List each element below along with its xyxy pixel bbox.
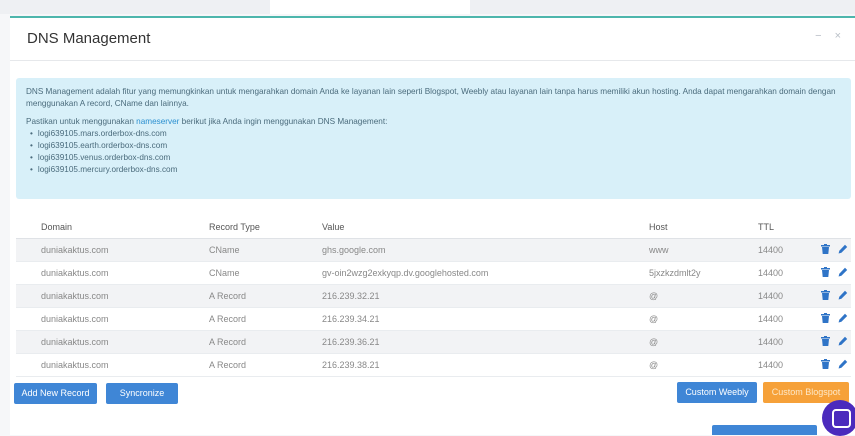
cell-host: @ xyxy=(649,330,758,354)
cell-domain: duniakaktus.com xyxy=(16,284,209,308)
cell-ttl: 14400 xyxy=(758,261,813,285)
nameserver-item: logi639105.venus.orderbox-dns.com xyxy=(26,152,841,164)
instruction-text-end: berikut jika Anda ingin menggunakan DNS … xyxy=(179,117,388,126)
cell-host: @ xyxy=(649,353,758,377)
table-row: duniakaktus.com A Record 216.239.38.21 @… xyxy=(16,353,851,377)
cell-actions xyxy=(813,238,851,262)
pencil-icon[interactable] xyxy=(838,336,848,348)
nameserver-item: logi639105.mars.orderbox-dns.com xyxy=(26,128,841,140)
close-icon[interactable]: × xyxy=(835,30,841,42)
trash-icon[interactable] xyxy=(821,359,830,371)
cell-ttl: 14400 xyxy=(758,353,813,377)
column-header-actions xyxy=(813,216,851,239)
column-header-record-type: Record Type xyxy=(209,216,322,239)
cell-value: 216.239.36.21 xyxy=(322,330,649,354)
cell-ttl: 14400 xyxy=(758,330,813,354)
pencil-icon[interactable] xyxy=(838,359,848,371)
cell-actions xyxy=(813,353,851,377)
syncronize-button[interactable]: Syncronize xyxy=(106,383,178,404)
cell-record-type: A Record xyxy=(209,307,322,331)
column-header-ttl: TTL xyxy=(758,216,813,239)
cell-host: @ xyxy=(649,307,758,331)
top-tab xyxy=(270,0,470,14)
cell-domain: duniakaktus.com xyxy=(16,353,209,377)
collapse-icon[interactable]: − xyxy=(815,30,821,42)
cell-host: www xyxy=(649,238,758,262)
table-header-row: Domain Record Type Value Host TTL xyxy=(16,216,851,239)
trash-icon[interactable] xyxy=(821,290,830,302)
cell-host: 5jxzkzdmlt2y xyxy=(649,261,758,285)
pencil-icon[interactable] xyxy=(838,290,848,302)
cell-value: gv-oin2wzg2exkyqp.dv.googlehosted.com xyxy=(322,261,649,285)
dns-management-panel: DNS Management − × DNS Management adalah… xyxy=(10,16,855,435)
pencil-icon[interactable] xyxy=(838,267,848,279)
table-row: duniakaktus.com CName gv-oin2wzg2exkyqp.… xyxy=(16,261,851,285)
cell-actions xyxy=(813,307,851,331)
instruction-text-start: Pastikan untuk menggunakan xyxy=(26,117,137,126)
cell-ttl: 14400 xyxy=(758,307,813,331)
table-row: duniakaktus.com CName ghs.google.com www… xyxy=(16,238,851,262)
cell-host: @ xyxy=(649,284,758,308)
nameserver-instruction: Pastikan untuk menggunakan nameserver be… xyxy=(26,116,841,128)
cell-record-type: A Record xyxy=(209,330,322,354)
cell-domain: duniakaktus.com xyxy=(16,238,209,262)
cell-value: 216.239.32.21 xyxy=(322,284,649,308)
cell-actions xyxy=(813,330,851,354)
cell-record-type: A Record xyxy=(209,284,322,308)
nameserver-list: logi639105.mars.orderbox-dns.com logi639… xyxy=(26,128,841,176)
info-paragraph: DNS Management adalah fitur yang memungk… xyxy=(26,87,836,108)
trash-icon[interactable] xyxy=(821,313,830,325)
nameserver-item: logi639105.mercury.orderbox-dns.com xyxy=(26,164,841,176)
cell-value: 216.239.34.21 xyxy=(322,307,649,331)
pencil-icon[interactable] xyxy=(838,313,848,325)
cell-value: ghs.google.com xyxy=(322,238,649,262)
panel-tools: − × xyxy=(805,30,841,42)
trash-icon[interactable] xyxy=(821,244,830,256)
nameserver-link[interactable]: nameserver xyxy=(136,117,179,126)
column-header-host: Host xyxy=(649,216,758,239)
partial-button[interactable] xyxy=(712,425,817,435)
cell-actions xyxy=(813,261,851,285)
column-header-domain: Domain xyxy=(16,216,209,239)
custom-weebly-button[interactable]: Custom Weebly xyxy=(677,382,757,403)
dns-records-table: Domain Record Type Value Host TTL duniak… xyxy=(16,216,851,377)
cell-actions xyxy=(813,284,851,308)
trash-icon[interactable] xyxy=(821,267,830,279)
cell-domain: duniakaktus.com xyxy=(16,330,209,354)
cell-domain: duniakaktus.com xyxy=(16,307,209,331)
panel-header: DNS Management − × xyxy=(10,18,855,61)
cell-record-type: CName xyxy=(209,238,322,262)
cell-record-type: A Record xyxy=(209,353,322,377)
panel-title: DNS Management xyxy=(27,30,151,47)
cell-value: 216.239.38.21 xyxy=(322,353,649,377)
pencil-icon[interactable] xyxy=(838,244,848,256)
trash-icon[interactable] xyxy=(821,336,830,348)
chat-icon[interactable] xyxy=(822,400,855,436)
cell-ttl: 14400 xyxy=(758,284,813,308)
info-box: DNS Management adalah fitur yang memungk… xyxy=(16,78,851,199)
cell-record-type: CName xyxy=(209,261,322,285)
add-new-record-button[interactable]: Add New Record xyxy=(14,383,97,404)
cell-ttl: 14400 xyxy=(758,238,813,262)
cell-domain: duniakaktus.com xyxy=(16,261,209,285)
column-header-value: Value xyxy=(322,216,649,239)
nameserver-item: logi639105.earth.orderbox-dns.com xyxy=(26,140,841,152)
table-row: duniakaktus.com A Record 216.239.36.21 @… xyxy=(16,330,851,354)
table-row: duniakaktus.com A Record 216.239.34.21 @… xyxy=(16,307,851,331)
table-row: duniakaktus.com A Record 216.239.32.21 @… xyxy=(16,284,851,308)
